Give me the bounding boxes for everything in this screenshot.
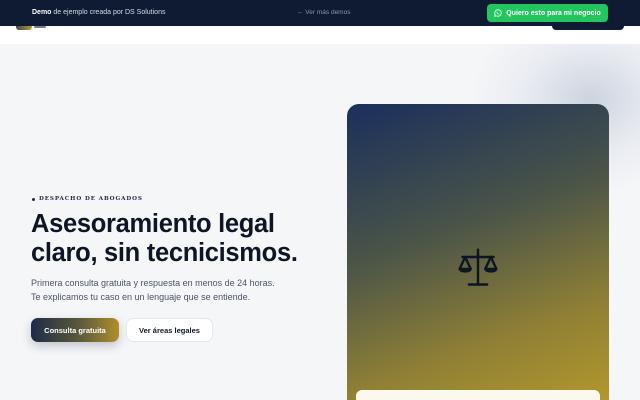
headline-line-1: Asesoramiento legal [31, 210, 275, 238]
more-demos-link[interactable]: ← Ver más demos [297, 9, 350, 16]
headline-line-2: claro, sin tecnicismos. [31, 238, 298, 267]
card-info-strip [356, 390, 600, 400]
hero-subtitle: Primera consulta gratuita y respuesta en… [31, 278, 275, 302]
hero-section: DESPACHO DE ABOGADOS Asesoramiento legal… [0, 44, 640, 400]
eyebrow-dot-icon [32, 197, 35, 201]
want-this-label: Quiero esto para mi negocio [506, 9, 601, 17]
site-navbar [0, 26, 640, 44]
eyebrow-text: DESPACHO DE ABOGADOS [39, 196, 143, 202]
hero-card [347, 104, 609, 400]
want-this-button[interactable]: Quiero esto para mi negocio [487, 4, 608, 22]
demo-description: de ejemplo creada por DS Solutions [53, 9, 166, 16]
legal-areas-button[interactable]: Ver áreas legales [126, 318, 213, 342]
free-consultation-button[interactable]: Consulta gratuita [31, 318, 119, 342]
eyebrow: DESPACHO DE ABOGADOS [32, 196, 143, 202]
hero-headline: Asesoramiento legal claro, sin tecnicism… [31, 210, 331, 267]
logo-wordmark [34, 26, 46, 28]
whatsapp-icon [494, 9, 502, 17]
demo-text: Demo de ejemplo creada por DS Solutions [32, 9, 165, 16]
scales-of-justice-icon [458, 248, 498, 286]
logo-icon[interactable] [16, 26, 32, 30]
nav-cta-button[interactable] [552, 26, 624, 30]
demo-brand: Demo [32, 9, 52, 16]
demo-bar: Demo de ejemplo creada por DS Solutions … [0, 0, 640, 26]
